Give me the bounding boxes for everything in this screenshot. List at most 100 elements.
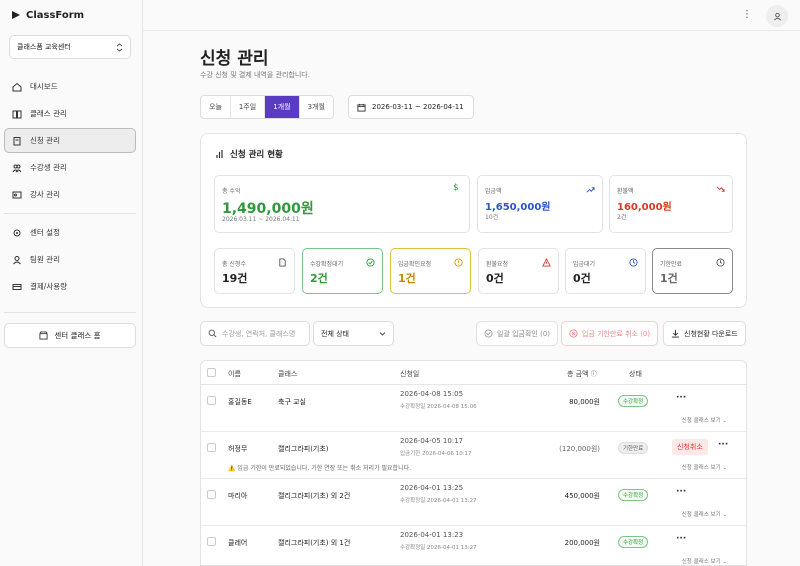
search-placeholder: 수강생, 연락처, 클래스명 bbox=[222, 329, 296, 338]
tab-today[interactable]: 오늘 bbox=[201, 96, 231, 118]
center-select-value: 클래스폼 교육센터 bbox=[17, 43, 71, 51]
sidebar-item-instructors[interactable]: 강사 관리 bbox=[4, 182, 136, 207]
user-icon bbox=[13, 255, 21, 264]
table-row[interactable]: 홍길동E 축구 교실 2026-04-08 15:05 수강확정일 2026-0… bbox=[201, 385, 746, 432]
stat-deposit-check-request[interactable]: 입금확인요청 1건 bbox=[390, 248, 471, 294]
search-input[interactable]: 수강생, 연락처, 클래스명 bbox=[200, 321, 310, 346]
view-class-link[interactable]: 신청 클래스 보기 ⌄ bbox=[682, 557, 727, 565]
row-checkbox[interactable] bbox=[207, 443, 216, 452]
bar-chart-icon bbox=[216, 150, 223, 158]
sidebar-divider-bottom bbox=[4, 312, 136, 313]
center-class-home-button[interactable]: 센터 클래스 홈 bbox=[4, 323, 136, 348]
stat-refund-request[interactable]: 환불요청 0건 bbox=[478, 248, 559, 294]
row-class: 캘리그라피(기초) 외 2건 bbox=[278, 492, 351, 500]
sidebar-nav: 대시보드 클래스 관리 신청 관리 수강생 관리 강사 관리 센터 설정 팀원 … bbox=[4, 74, 136, 301]
sidebar-item-team[interactable]: 팀원 관리 bbox=[4, 247, 136, 272]
home-button-label: 센터 클래스 홈 bbox=[54, 331, 101, 340]
tab-3-months[interactable]: 3개월 bbox=[300, 96, 333, 118]
stat-deposit-count: 10건 bbox=[485, 214, 499, 221]
sidebar-divider bbox=[4, 213, 136, 214]
header-name: 이름 bbox=[228, 370, 241, 378]
bulk-confirm-label: 일괄 입금확인 (0) bbox=[497, 329, 551, 338]
summary-title: 신청 관리 현황 bbox=[215, 148, 283, 160]
table-row[interactable]: 허정무 캘리그라피(기초) 2026-04-05 10:17 입금기한 2026… bbox=[201, 432, 746, 479]
row-checkbox[interactable] bbox=[207, 396, 216, 405]
view-class-label: 신청 클래스 보기 bbox=[681, 512, 721, 518]
tab-1-month[interactable]: 1개월 bbox=[265, 96, 300, 118]
row-name: 클레어 bbox=[228, 539, 248, 547]
sidebar-item-classes[interactable]: 클래스 관리 bbox=[4, 101, 136, 126]
expired-warning: ⚠️ 입금 기한이 만료되었습니다. 기한 연장 또는 취소 처리가 필요합니다… bbox=[228, 465, 412, 472]
row-name: 홍길동E bbox=[228, 398, 252, 406]
cancel-expired-button[interactable]: 입금 기한만료 취소 (0) bbox=[561, 321, 659, 346]
table-row[interactable]: 마리아 캘리그라피(기초) 외 2건 2026-04-01 13:25 수강확정… bbox=[201, 479, 746, 526]
sidebar-item-students[interactable]: 수강생 관리 bbox=[4, 155, 136, 180]
more-vertical-icon[interactable]: ⋮ bbox=[742, 9, 752, 20]
header-class: 클래스 bbox=[278, 370, 298, 378]
sidebar-item-billing[interactable]: 결제/사용량 bbox=[4, 274, 136, 299]
classform-logo-icon bbox=[12, 11, 20, 19]
view-class-label: 신청 클래스 보기 bbox=[681, 418, 721, 424]
calendar-icon bbox=[357, 103, 366, 112]
view-class-link[interactable]: 신청 클래스 보기 ⌄ bbox=[682, 416, 727, 424]
more-horizontal-icon[interactable]: ··· bbox=[676, 393, 686, 403]
row-checkbox[interactable] bbox=[207, 490, 216, 499]
alert-circle-icon bbox=[454, 258, 463, 267]
stat-awaiting-deposit[interactable]: 입금대기 0건 bbox=[565, 248, 646, 294]
users-icon bbox=[12, 164, 22, 172]
view-class-link[interactable]: 신청 클래스 보기 ⌄ bbox=[682, 510, 727, 518]
sidebar-item-center-settings[interactable]: 센터 설정 bbox=[4, 220, 136, 245]
status-badge: 수강확정 bbox=[618, 489, 649, 501]
logo-text: ClassForm bbox=[26, 9, 85, 21]
header-amount: 총 금액 ⓘ bbox=[567, 369, 597, 379]
sidebar-item-dashboard[interactable]: 대시보드 bbox=[4, 74, 136, 99]
table-row[interactable]: 클레어 캘리그라피(기초) 외 1건 2026-04-01 13:23 수강확정… bbox=[201, 526, 746, 565]
more-horizontal-icon[interactable]: ··· bbox=[718, 440, 728, 450]
download-label: 신청현황 다운로드 bbox=[684, 329, 738, 338]
select-all-checkbox[interactable] bbox=[207, 368, 216, 377]
sidebar-item-label: 센터 설정 bbox=[30, 228, 60, 237]
status-filter-select[interactable]: 전체 상태 bbox=[313, 321, 394, 346]
info-icon: ⓘ bbox=[590, 371, 597, 378]
tab-1-week[interactable]: 1주일 bbox=[231, 96, 266, 118]
more-horizontal-icon[interactable]: ··· bbox=[676, 487, 686, 497]
summary-title-text: 신청 관리 현황 bbox=[230, 150, 283, 160]
stat-expired[interactable]: 기한만료 1건 bbox=[652, 248, 733, 294]
row-date: 2026-04-08 15:05 bbox=[400, 390, 464, 398]
stat-total-applications[interactable]: 총 신청수 19건 bbox=[214, 248, 295, 294]
sidebar-item-label: 결제/사용량 bbox=[30, 282, 68, 291]
status-badge: 기한만료 bbox=[618, 442, 649, 454]
bulk-confirm-button[interactable]: 일괄 입금확인 (0) bbox=[476, 321, 559, 346]
applications-table: 이름 클래스 신청일 총 금액 ⓘ 상태 홍길동E 축구 교실 2026-04-… bbox=[200, 360, 747, 566]
row-amount: 80,000원 bbox=[569, 398, 600, 406]
download-button[interactable]: 신청현황 다운로드 bbox=[663, 321, 746, 346]
row-subdate: 수강확정일 2026-04-08 15:06 bbox=[400, 404, 477, 410]
header-date: 신청일 bbox=[400, 370, 420, 378]
logo[interactable]: ClassForm bbox=[10, 9, 84, 21]
stat-pending-confirm[interactable]: 수강확정대기 2건 bbox=[302, 248, 383, 294]
sidebar: ClassForm 클래스폼 교육센터 대시보드 클래스 관리 신청 관리 수강… bbox=[0, 0, 143, 566]
more-horizontal-icon[interactable]: ··· bbox=[676, 534, 686, 544]
header-status: 상태 bbox=[629, 370, 642, 378]
sidebar-item-label: 대시보드 bbox=[30, 82, 58, 91]
stat-label: 입금확인요청 bbox=[398, 261, 432, 268]
sidebar-item-applications[interactable]: 신청 관리 bbox=[4, 128, 136, 153]
summary-card: 신청 관리 현황 총 수익 $ 1,490,000원 2026.03.11 ~ … bbox=[200, 133, 747, 308]
row-date: 2026-04-01 13:25 bbox=[400, 484, 464, 492]
stat-label: 기한만료 bbox=[660, 261, 683, 268]
sidebar-item-label: 신청 관리 bbox=[30, 136, 60, 145]
center-select[interactable]: 클래스폼 교육센터 bbox=[9, 35, 131, 59]
stat-label: 환불요청 bbox=[486, 261, 509, 268]
stat-value: 0건 bbox=[573, 272, 591, 285]
topbar: ⋮ bbox=[143, 0, 800, 31]
cancel-application-button[interactable]: 신청취소 bbox=[672, 439, 708, 455]
stat-revenue-range: 2026.03.11 ~ 2026.04.11 bbox=[222, 216, 300, 223]
row-subdate: 입금기한 2026-04-06 10:17 bbox=[400, 451, 472, 457]
download-icon bbox=[671, 329, 680, 338]
avatar[interactable] bbox=[766, 5, 788, 27]
row-checkbox[interactable] bbox=[207, 537, 216, 546]
date-range-picker[interactable]: 2026-03-11 ~ 2026-04-11 bbox=[348, 95, 474, 119]
row-date: 2026-04-05 10:17 bbox=[400, 437, 464, 445]
view-class-link[interactable]: 신청 클래스 보기 ⌄ bbox=[682, 463, 727, 471]
stat-revenue-value: 1,490,000원 bbox=[222, 201, 314, 217]
